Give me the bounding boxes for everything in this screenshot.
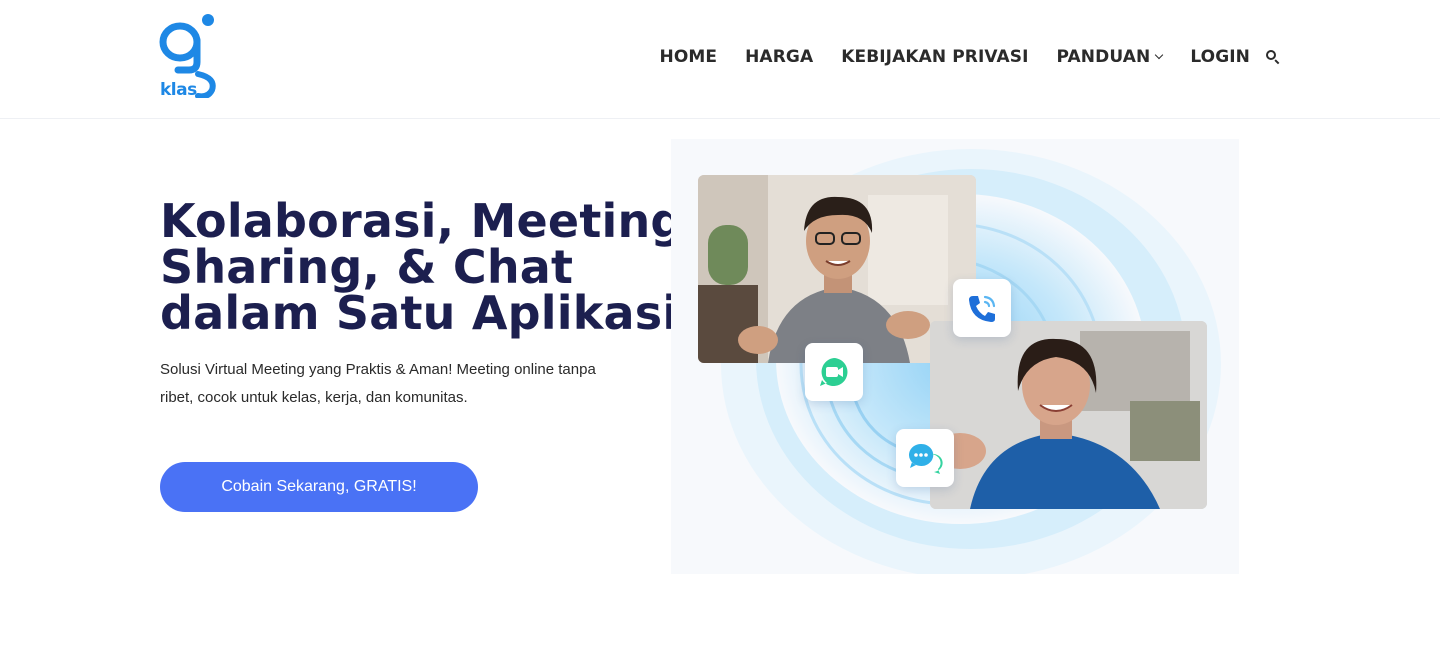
nav-item-login[interactable]: LOGIN [1190,47,1250,67]
hero-title: Kolaborasi, Meeting, Sharing, & Chat dal… [160,194,702,340]
nav-item-panduan[interactable]: PANDUAN [1056,47,1164,67]
hero-subtitle-line-2: ribet, cocok untuk kelas, kerja, dan kom… [160,389,468,406]
cta-button[interactable]: Cobain Sekarang, GRATIS! [160,462,478,512]
video-camera-icon [805,343,863,401]
phone-call-icon [953,279,1011,337]
chat-bubble-icon [896,429,954,487]
main-nav: HOME HARGA KEBIJAKAN PRIVASI PANDUAN LOG… [660,44,1281,70]
hero-subtitle-line-1: Solusi Virtual Meeting yang Praktis & Am… [160,361,596,378]
site-header: klas HOME HARGA KEBIJAKAN PRIVASI PANDUA… [0,0,1440,119]
woman-video-image [930,321,1207,509]
video-tile-woman [930,321,1207,509]
logo-text: klas [160,80,197,100]
nav-item-kebijakan-privasi[interactable]: KEBIJAKAN PRIVASI [841,47,1028,67]
nav-item-harga[interactable]: HARGA [745,47,813,67]
search-icon[interactable] [1266,50,1280,65]
hero-illustration [671,139,1239,574]
nav-item-panduan-label: PANDUAN [1056,47,1151,67]
nav-item-home[interactable]: HOME [660,47,718,67]
hero-title-line-3: dalam Satu Aplikasi! [160,286,700,340]
gklas-logo[interactable]: klas [158,12,218,100]
hero-title-line-1: Kolaborasi, Meeting, [160,194,702,248]
hero-title-line-2: Sharing, & Chat [160,240,574,294]
hero-subtitle: Solusi Virtual Meeting yang Praktis & Am… [160,356,640,412]
chevron-down-icon [1155,50,1164,60]
